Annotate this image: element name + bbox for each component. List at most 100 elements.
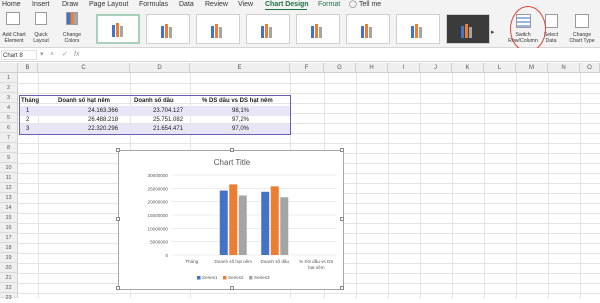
- resize-handle[interactable]: [230, 148, 234, 152]
- row-header[interactable]: 1: [0, 73, 18, 83]
- row-header[interactable]: 11: [0, 173, 18, 183]
- change-chart-type-button[interactable]: Change Chart Type: [566, 32, 598, 44]
- tab-data[interactable]: Data: [179, 0, 194, 10]
- y-tick-label: 15000000: [148, 213, 169, 218]
- row-header[interactable]: 5: [0, 113, 18, 123]
- embedded-chart[interactable]: Chart Title 0 5000000 10000000 15000000 2000…: [116, 148, 344, 290]
- column-header[interactable]: I: [388, 63, 420, 73]
- bar-series3: [238, 195, 247, 255]
- resize-handle[interactable]: [230, 286, 234, 290]
- column-header[interactable]: M: [516, 63, 548, 73]
- column-header[interactable]: D: [130, 63, 190, 73]
- chart-style-thumb[interactable]: [396, 14, 440, 44]
- tab-format[interactable]: Format: [318, 0, 340, 10]
- tab-formulas[interactable]: Formulas: [139, 0, 168, 10]
- tab-draw[interactable]: Draw: [62, 0, 78, 10]
- name-box-dropdown-icon[interactable]: ▾: [40, 50, 44, 60]
- bar-series1: [261, 191, 270, 255]
- column-header[interactable]: N: [548, 63, 580, 73]
- select-data-icon[interactable]: [545, 14, 558, 28]
- row-header[interactable]: 2: [0, 83, 18, 93]
- quick-layout-button[interactable]: Quick Layout: [29, 32, 53, 44]
- quick-layout-icon[interactable]: [35, 12, 47, 25]
- column-header[interactable]: G: [324, 63, 356, 73]
- category-label: Tháng: [185, 259, 198, 264]
- name-box[interactable]: Chart 8: [1, 50, 37, 60]
- enter-icon[interactable]: ✓: [62, 50, 68, 60]
- category-label: Doanh số dầu: [260, 259, 289, 264]
- change-chart-type-icon[interactable]: [575, 14, 589, 28]
- row-header[interactable]: 16: [0, 223, 18, 233]
- tab-review[interactable]: Review: [205, 0, 228, 10]
- row-header[interactable]: 7: [0, 133, 18, 143]
- legend-swatch: [249, 276, 253, 280]
- row-header[interactable]: 17: [0, 233, 18, 243]
- column-header[interactable]: C: [38, 63, 130, 73]
- chart-style-thumb[interactable]: [296, 14, 340, 44]
- resize-handle[interactable]: [340, 286, 344, 290]
- table-cell[interactable]: 21.654.471: [153, 124, 183, 134]
- chart-style-thumb[interactable]: [246, 14, 290, 44]
- row-header[interactable]: 3: [0, 93, 18, 103]
- resize-handle[interactable]: [116, 217, 120, 221]
- add-chart-element-button[interactable]: Add Chart Element: [0, 32, 28, 44]
- row-header[interactable]: 20: [0, 263, 18, 273]
- chart-styles-gallery[interactable]: [96, 14, 490, 44]
- table-cell[interactable]: 3: [26, 124, 29, 134]
- column-header[interactable]: H: [356, 63, 388, 73]
- legend-swatch: [223, 276, 227, 280]
- column-header[interactable]: O: [580, 63, 600, 73]
- chart-style-thumb[interactable]: [196, 14, 240, 44]
- tab-tell-me[interactable]: Tell me: [359, 0, 381, 10]
- resize-handle[interactable]: [116, 148, 120, 152]
- row-header[interactable]: 13: [0, 193, 18, 203]
- chart-style-thumb[interactable]: [446, 14, 490, 44]
- column-header[interactable]: B: [18, 63, 38, 73]
- resize-handle[interactable]: [340, 217, 344, 221]
- chart-style-thumb[interactable]: [346, 14, 390, 44]
- row-header[interactable]: 6: [0, 123, 18, 133]
- table-header-cell[interactable]: Tháng: [21, 96, 39, 106]
- gallery-next-icon[interactable]: ▸: [491, 28, 495, 36]
- chart-title[interactable]: Chart Title: [214, 158, 251, 167]
- resize-handle[interactable]: [116, 286, 120, 290]
- bar-series1: [219, 190, 228, 255]
- resize-handle[interactable]: [340, 148, 344, 152]
- tab-view[interactable]: View: [238, 0, 253, 10]
- row-header[interactable]: 18: [0, 243, 18, 253]
- chart-style-thumb[interactable]: [96, 14, 140, 44]
- fx-icon[interactable]: fx: [74, 50, 79, 60]
- row-header[interactable]: 22: [0, 283, 18, 293]
- tab-home[interactable]: Home: [2, 0, 21, 10]
- table-cell[interactable]: 97,0%: [232, 124, 249, 134]
- row-header[interactable]: 10: [0, 163, 18, 173]
- row-header[interactable]: 23: [0, 293, 18, 301]
- add-chart-element-icon[interactable]: [6, 12, 20, 25]
- column-header[interactable]: K: [452, 63, 484, 73]
- row-header[interactable]: 12: [0, 183, 18, 193]
- table-cell[interactable]: 22.320.296: [88, 124, 118, 134]
- select-all-corner[interactable]: [0, 63, 18, 73]
- table-header-cell[interactable]: Doanh số hạt nêm: [58, 96, 110, 106]
- row-header[interactable]: 19: [0, 253, 18, 263]
- column-header[interactable]: F: [290, 63, 324, 73]
- change-colors-button[interactable]: Change Colors: [58, 32, 86, 44]
- row-header[interactable]: 21: [0, 273, 18, 283]
- column-header[interactable]: L: [484, 63, 516, 73]
- bar-series2: [270, 186, 279, 255]
- table-header-cell[interactable]: % DS dầu vs DS hạt nêm: [202, 96, 273, 106]
- column-header[interactable]: J: [420, 63, 452, 73]
- change-colors-icon[interactable]: [66, 12, 78, 25]
- row-header[interactable]: 14: [0, 203, 18, 213]
- row-header[interactable]: 8: [0, 143, 18, 153]
- column-header[interactable]: E: [190, 63, 290, 73]
- tab-insert[interactable]: Insert: [32, 0, 50, 10]
- table-header-cell[interactable]: Doanh số dầu: [134, 96, 174, 106]
- cancel-icon[interactable]: ×: [50, 50, 54, 60]
- row-header[interactable]: 9: [0, 153, 18, 163]
- row-header[interactable]: 15: [0, 213, 18, 223]
- chart-style-thumb[interactable]: [146, 14, 190, 44]
- legend-swatch: [197, 276, 201, 280]
- tab-page-layout[interactable]: Page Layout: [89, 0, 128, 10]
- row-header[interactable]: 4: [0, 103, 18, 113]
